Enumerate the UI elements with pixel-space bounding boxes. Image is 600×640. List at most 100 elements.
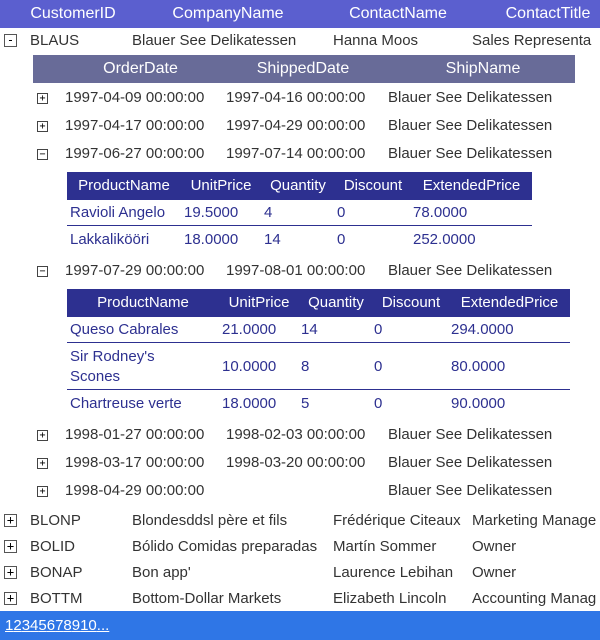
pager: 12345678910... [0,611,600,640]
table-row[interactable]: Queso Cabrales 21.0000 14 0 294.0000 [67,317,570,343]
column-header-contacttitle[interactable]: ContactTitle [488,0,600,28]
product-name: Ravioli Angelo [70,204,166,221]
discount: 0 [374,358,383,375]
collapse-toggle[interactable]: − [37,149,48,160]
extended-price: 294.0000 [451,321,514,338]
column-header-unitprice[interactable]: UnitPrice [181,172,261,200]
extended-price: 90.0000 [451,395,506,412]
ship-name: Blauer See Delikatessen [388,117,553,134]
column-header-quantity[interactable]: Quantity [261,172,335,200]
details-header: ProductName UnitPrice Quantity Discount … [67,289,570,317]
collapse-toggle[interactable]: − [37,266,48,277]
column-header-unitprice[interactable]: UnitPrice [219,289,299,317]
master-row[interactable]: + BLONP Blondesddsl père et fils Frédéri… [0,508,600,534]
order-row[interactable]: + 1998-03-17 00:00:00 1998-03-20 00:00:0… [0,450,600,476]
page-link-9[interactable]: 9 [72,617,80,634]
ship-name: Blauer See Delikatessen [388,262,553,279]
customer-id: BOTTM [30,590,83,607]
page-link-5[interactable]: 5 [38,617,46,634]
expand-toggle[interactable]: + [37,486,48,497]
order-row[interactable]: + 1997-04-17 00:00:00 1997-04-29 00:00:0… [0,113,600,139]
quantity: 14 [301,321,318,338]
master-grid-header: CustomerID CompanyName ContactName Conta… [0,0,600,28]
shipped-date: 1997-08-01 00:00:00 [226,262,366,279]
ship-name: Blauer See Delikatessen [388,454,553,471]
collapse-toggle[interactable]: - [4,34,17,47]
expand-toggle[interactable]: + [4,514,17,527]
discount: 0 [337,204,346,221]
unit-price: 18.0000 [184,231,239,248]
column-header-customerid[interactable]: CustomerID [18,0,128,28]
details-header: ProductName UnitPrice Quantity Discount … [67,172,532,200]
order-row[interactable]: + 1997-04-09 00:00:00 1997-04-16 00:00:0… [0,85,600,111]
column-header-extendedprice[interactable]: ExtendedPrice [411,172,532,200]
page-link-more[interactable]: ... [97,617,110,634]
unit-price: 19.5000 [184,204,239,221]
order-date: 1997-04-17 00:00:00 [65,117,205,134]
product-name: Lakkalikööri [70,231,150,248]
ship-name: Blauer See Delikatessen [388,482,553,499]
order-row-expanded[interactable]: − 1997-07-29 00:00:00 1997-08-01 00:00:0… [0,258,600,284]
extended-price: 80.0000 [451,358,506,375]
page-link-8[interactable]: 8 [63,617,71,634]
expand-toggle[interactable]: + [4,566,17,579]
column-header-quantity[interactable]: Quantity [299,289,373,317]
expand-toggle[interactable]: + [37,121,48,132]
shipped-date: 1998-03-20 00:00:00 [226,454,366,471]
master-row[interactable]: + BOLID Bólido Comidas preparadas Martín… [0,534,600,560]
expand-toggle[interactable]: + [37,430,48,441]
customer-id: BLONP [30,512,81,529]
order-row[interactable]: + 1998-04-29 00:00:00 Blauer See Delikat… [0,478,600,504]
contact-name: Hanna Moos [333,32,419,49]
shipped-date: 1998-02-03 00:00:00 [226,426,366,443]
extended-price: 78.0000 [413,204,468,221]
page-link-2[interactable]: 2 [13,617,21,634]
table-row[interactable]: Lakkalikööri 18.0000 14 0 252.0000 [67,227,532,253]
expand-toggle[interactable]: + [37,458,48,469]
contact-title: Owner [472,564,517,581]
page-link-3[interactable]: 3 [22,617,30,634]
contact-title: Owner [472,538,517,555]
column-header-shippeddate[interactable]: ShippedDate [233,55,373,83]
contact-title: Marketing Manage [472,512,597,529]
order-date: 1997-07-29 00:00:00 [65,262,205,279]
shipped-date: 1997-04-16 00:00:00 [226,89,366,106]
table-row[interactable]: Sir Rodney's Scones 10.0000 8 0 80.0000 [67,344,570,390]
unit-price: 21.0000 [222,321,277,338]
quantity: 14 [264,231,281,248]
extended-price: 252.0000 [413,231,476,248]
column-header-orderdate[interactable]: OrderDate [73,55,208,83]
column-header-productname[interactable]: ProductName [67,289,219,317]
table-row[interactable]: Chartreuse verte 18.0000 5 0 90.0000 [67,391,570,417]
order-date: 1998-04-29 00:00:00 [65,482,205,499]
column-header-productname[interactable]: ProductName [67,172,181,200]
company-name: Bottom-Dollar Markets [132,590,282,607]
master-row[interactable]: + BOTTM Bottom-Dollar Markets Elizabeth … [0,586,600,612]
page-link-10[interactable]: 10 [80,617,97,634]
order-date: 1998-01-27 00:00:00 [65,426,205,443]
expand-toggle[interactable]: + [37,93,48,104]
column-header-contactname[interactable]: ContactName [333,0,463,28]
ship-name: Blauer See Delikatessen [388,426,553,443]
order-row-expanded[interactable]: − 1997-06-27 00:00:00 1997-07-14 00:00:0… [0,141,600,167]
ship-name: Blauer See Delikatessen [388,145,553,162]
contact-name: Laurence Lebihan [333,564,454,581]
page-link-6[interactable]: 6 [47,617,55,634]
order-date: 1998-03-17 00:00:00 [65,454,205,471]
column-header-companyname[interactable]: CompanyName [158,0,298,28]
column-header-extendedprice[interactable]: ExtendedPrice [449,289,570,317]
column-header-discount[interactable]: Discount [373,289,449,317]
company-name: Bon app' [132,564,191,581]
product-name: Chartreuse verte [70,395,182,412]
column-header-discount[interactable]: Discount [335,172,411,200]
column-header-shipname[interactable]: ShipName [398,55,568,83]
master-row[interactable]: + BONAP Bon app' Laurence Lebihan Owner [0,560,600,586]
expand-toggle[interactable]: + [4,592,17,605]
quantity: 5 [301,395,310,412]
expand-toggle[interactable]: + [4,540,17,553]
contact-name: Elizabeth Lincoln [333,590,447,607]
order-row[interactable]: + 1998-01-27 00:00:00 1998-02-03 00:00:0… [0,422,600,448]
table-row[interactable]: Ravioli Angelo 19.5000 4 0 78.0000 [67,200,532,226]
master-row-expanded[interactable]: - BLAUS Blauer See Delikatessen Hanna Mo… [0,28,600,54]
company-name: Blauer See Delikatessen [132,32,297,49]
